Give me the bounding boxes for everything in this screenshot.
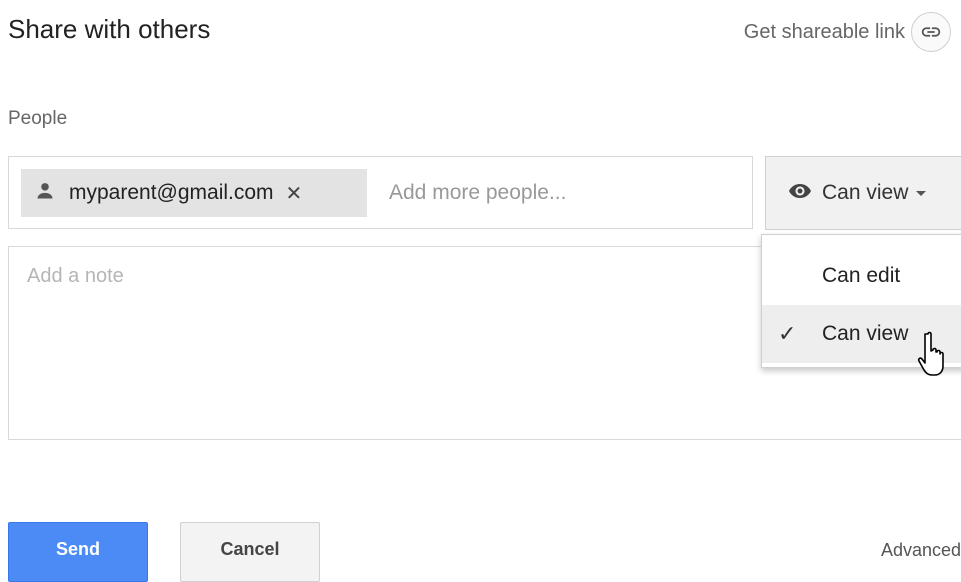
remove-chip-icon[interactable]: ✕ [286,181,303,206]
eye-icon [788,179,812,208]
permission-label[interactable]: Can view [822,181,908,205]
menu-item-label: Can edit [822,264,901,287]
note-input[interactable] [27,261,727,291]
menu-item-label: Can view [822,322,909,345]
checkmark-icon: ✓ [778,321,797,346]
advanced-link[interactable]: Advanced [881,540,961,561]
link-icon[interactable] [911,12,951,52]
chevron-down-icon [916,190,927,196]
menu-item-can-edit[interactable]: Can edit [762,247,961,305]
dialog-title: Share with others [8,14,211,44]
cancel-button[interactable]: Cancel [180,522,320,582]
send-button[interactable]: Send [8,522,148,582]
hand-pointer-icon [917,330,951,385]
add-people-input[interactable] [389,175,729,211]
people-input-box[interactable]: myparent@gmail.com ✕ [8,156,753,229]
recipient-chip: myparent@gmail.com ✕ [21,169,367,217]
shareable-link-label[interactable]: Get shareable link [744,21,905,44]
person-icon [35,181,55,206]
get-shareable-link[interactable]: Get shareable link [744,12,951,52]
permission-dropdown-button[interactable]: Can view [765,156,961,230]
chip-email: myparent@gmail.com [69,181,274,204]
people-label: People [8,108,68,129]
